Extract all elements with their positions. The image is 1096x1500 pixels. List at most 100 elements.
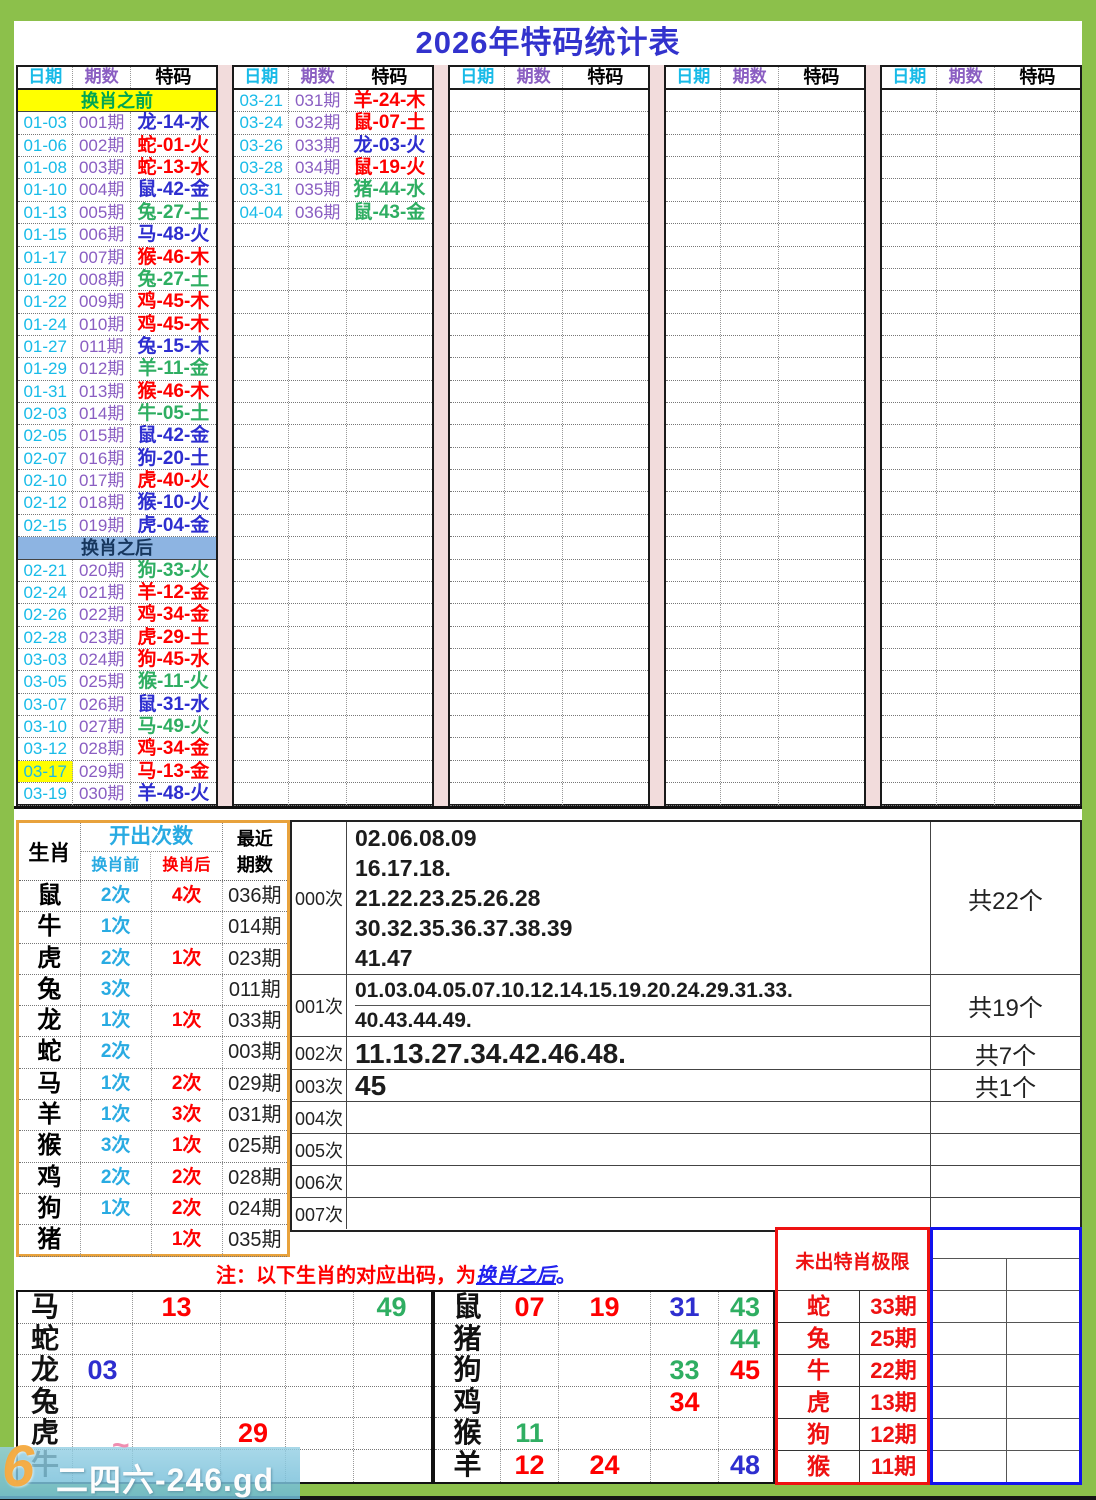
period-cell: 019期	[73, 515, 130, 536]
code-cell	[779, 716, 864, 737]
main-row	[234, 604, 432, 626]
code-cell	[779, 358, 864, 379]
main-row	[666, 336, 864, 358]
code-cell	[347, 671, 432, 692]
code-cell	[347, 537, 432, 558]
main-row	[234, 448, 432, 470]
period-cell: 004期	[73, 179, 130, 200]
code-cell	[995, 425, 1080, 446]
number-cell	[221, 1355, 286, 1386]
code-cell	[779, 135, 864, 156]
date-column-header: 日期	[882, 67, 937, 88]
main-row	[450, 582, 648, 604]
code-cell	[563, 582, 648, 603]
main-row	[666, 202, 864, 224]
main-row	[234, 403, 432, 425]
number-cell	[354, 1355, 429, 1386]
period-cell: 021期	[73, 582, 130, 603]
number-cell	[221, 1324, 286, 1355]
code-cell	[563, 604, 648, 625]
code-cell: 鸡-34-金	[131, 604, 216, 625]
main-row: 01-27011期兔-15-木	[18, 336, 216, 358]
code-cell	[563, 157, 648, 178]
period-column-header: 期数	[73, 67, 130, 88]
code-cell	[995, 492, 1080, 513]
number-cell	[651, 1418, 719, 1449]
date-cell	[882, 425, 937, 446]
count-after: 3次	[152, 1100, 223, 1130]
number-cell	[133, 1387, 221, 1418]
date-cell	[234, 716, 289, 737]
date-cell	[234, 291, 289, 312]
main-row	[234, 783, 432, 805]
period-cell	[721, 604, 778, 625]
count-after: 2次	[152, 1163, 223, 1193]
after-change-header: 换肖后	[151, 852, 222, 881]
main-row	[882, 224, 1080, 246]
number-cell	[501, 1324, 559, 1355]
code-cell	[563, 291, 648, 312]
limit-period: 11期	[860, 1451, 927, 1482]
blue-box-gridline	[933, 1322, 1079, 1323]
code-cell	[995, 314, 1080, 335]
period-cell: 023期	[73, 627, 130, 648]
code-cell	[779, 604, 864, 625]
main-row	[450, 90, 648, 112]
date-cell	[882, 179, 937, 200]
number-cell: 29	[221, 1418, 286, 1449]
zodiac-name: 蛇	[18, 1324, 73, 1355]
main-row: 04-04036期鼠-43-金	[234, 202, 432, 224]
code-cell	[563, 515, 648, 536]
period-cell	[721, 716, 778, 737]
recent-period: 023期	[223, 944, 287, 974]
main-row	[882, 492, 1080, 514]
period-cell	[721, 738, 778, 759]
date-cell: 03-17	[18, 761, 73, 782]
date-cell	[882, 269, 937, 290]
main-row: 01-08003期蛇-13-水	[18, 157, 216, 179]
code-cell	[779, 627, 864, 648]
period-cell: 029期	[73, 761, 130, 782]
code-cell: 兔-27-土	[131, 202, 216, 223]
count-before: 1次	[81, 1194, 152, 1224]
period-cell: 009期	[73, 291, 130, 312]
main-row	[882, 314, 1080, 336]
zodiac-name: 马	[19, 1069, 81, 1099]
bottom-grid-row: 猴11	[435, 1418, 773, 1450]
code-cell	[779, 783, 864, 804]
date-cell	[666, 738, 721, 759]
period-cell	[289, 649, 346, 670]
limit-zodiac: 兔	[778, 1323, 860, 1354]
code-cell: 蛇-01-火	[131, 135, 216, 156]
main-row	[666, 738, 864, 760]
period-cell: 020期	[73, 560, 130, 581]
main-row	[666, 649, 864, 671]
date-cell	[666, 291, 721, 312]
recent-period: 035期	[223, 1225, 287, 1255]
date-cell	[666, 269, 721, 290]
date-cell	[666, 314, 721, 335]
zodiac-name: 鸡	[19, 1163, 81, 1193]
period-cell	[505, 671, 562, 692]
zodiac-name: 羊	[435, 1450, 501, 1482]
code-cell: 蛇-13-水	[131, 157, 216, 178]
main-table-group: 日期期数特码	[448, 65, 650, 806]
group-header: 日期期数特码	[450, 67, 648, 90]
date-cell	[450, 560, 505, 581]
bottom-mid-table: 鼠07193143猪44狗3345鸡34猴11羊122448	[433, 1290, 775, 1484]
frequency-values-line: 30.32.35.36.37.38.39	[355, 913, 930, 943]
date-cell	[450, 694, 505, 715]
main-row	[450, 381, 648, 403]
code-cell: 马-49-火	[131, 716, 216, 737]
zodiac-stats-row: 羊1次3次031期	[19, 1100, 287, 1131]
recent-period: 031期	[223, 1100, 287, 1130]
code-cell	[347, 470, 432, 491]
period-cell: 007期	[73, 247, 130, 268]
period-cell	[721, 582, 778, 603]
main-row	[882, 291, 1080, 313]
date-cell: 01-06	[18, 135, 73, 156]
recent-period: 014期	[223, 912, 287, 942]
main-row	[234, 269, 432, 291]
main-row	[234, 649, 432, 671]
period-cell	[937, 202, 994, 223]
